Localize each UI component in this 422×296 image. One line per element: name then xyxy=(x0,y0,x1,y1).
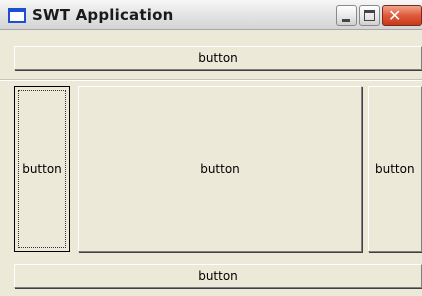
center-button[interactable]: button xyxy=(78,86,362,252)
title-bar[interactable]: SWT Application ✕ xyxy=(0,0,422,30)
maximize-icon xyxy=(364,10,375,21)
left-button-label: button xyxy=(22,162,62,176)
window-title: SWT Application xyxy=(32,6,174,24)
top-button-label: button xyxy=(198,51,238,65)
bottom-button[interactable]: button xyxy=(14,264,422,288)
center-button-label: button xyxy=(200,162,240,176)
close-button[interactable]: ✕ xyxy=(382,5,422,26)
swt-application-window: SWT Application ✕ button button button b… xyxy=(0,0,422,296)
separator-line xyxy=(0,79,422,81)
maximize-button[interactable] xyxy=(359,5,380,26)
minimize-icon xyxy=(342,19,350,22)
minimize-button[interactable] xyxy=(336,5,357,26)
bottom-button-label: button xyxy=(198,269,238,283)
window-app-icon[interactable] xyxy=(8,8,26,23)
top-button[interactable]: button xyxy=(14,46,422,70)
right-button-label: button xyxy=(375,162,415,176)
right-button[interactable]: button xyxy=(368,86,422,252)
close-icon: ✕ xyxy=(388,6,402,25)
left-button[interactable]: button xyxy=(14,86,70,252)
